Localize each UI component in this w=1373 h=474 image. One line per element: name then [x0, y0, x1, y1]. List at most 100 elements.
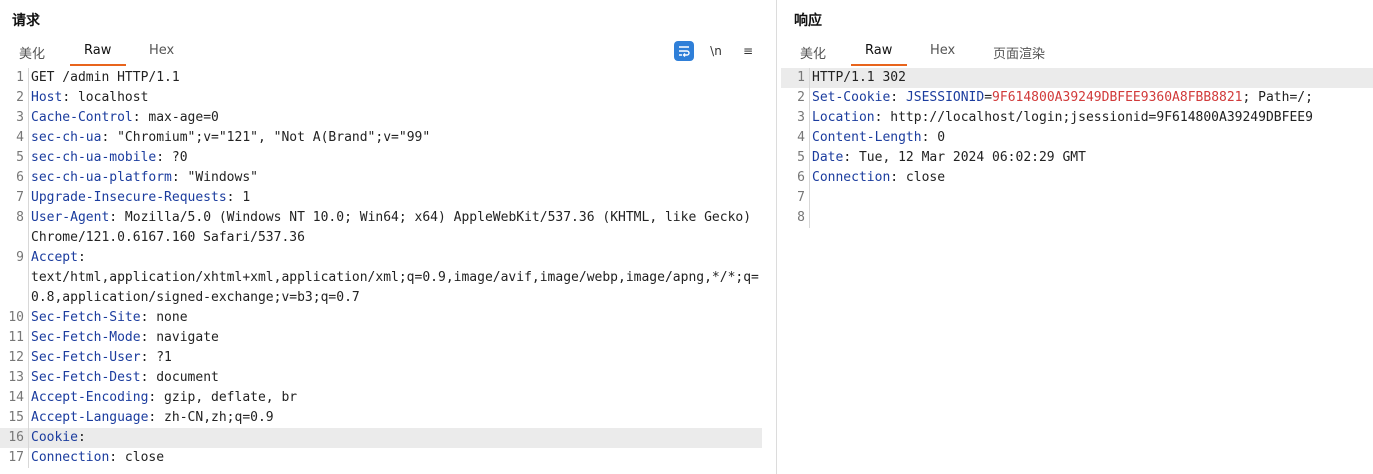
wrap-text-icon[interactable] [674, 41, 694, 61]
line-content: Upgrade-Insecure-Requests: 1 [28, 188, 762, 208]
line-content [809, 188, 1373, 208]
active-tab-indicator [70, 64, 126, 66]
line-number: 5 [16, 150, 24, 165]
code-line: 3 Location: http://localhost/login;jsessi… [781, 108, 1373, 128]
header-value: close [898, 170, 946, 185]
tab-hex[interactable]: Hex [149, 43, 174, 58]
code-line: 7 Upgrade-Insecure-Requests: 1 [0, 188, 762, 208]
request-toolbar: \n ≡ [662, 41, 758, 61]
tab-raw[interactable]: Raw [84, 43, 111, 58]
line-content: Accept-Encoding: gzip, deflate, br [28, 388, 762, 408]
cookie-value: 9F614800A39249DBFEE9360A8FBB8821 [992, 90, 1243, 105]
header-value: none [148, 310, 188, 325]
line-number: 9 [16, 250, 24, 265]
code-line: 2 Set-Cookie: JSESSIONID=9F614800A39249DB… [781, 88, 1373, 108]
line-content: Location: http://localhost/login;jsessio… [809, 108, 1373, 128]
header-value: gzip, deflate, br [156, 390, 298, 405]
request-editor[interactable]: 1 GET /admin HTTP/1.1 2 Host: localhost 3 Cac… [0, 68, 762, 474]
line-content: User-Agent: Mozilla/5.0 (Windows NT 10.0… [28, 208, 762, 248]
code-line: 5 Date: Tue, 12 Mar 2024 06:02:29 GMT [781, 148, 1373, 168]
tab-pretty[interactable]: 美化 [800, 43, 826, 62]
header-value: = [984, 90, 993, 105]
line-number: 5 [797, 150, 805, 165]
header-value: ?0 [164, 150, 188, 165]
line-content: Cookie: [28, 428, 762, 448]
line-content: sec-ch-ua-mobile: ?0 [28, 148, 762, 168]
line-content: Sec-Fetch-User: ?1 [28, 348, 762, 368]
line-number: 3 [797, 110, 805, 125]
code-line: 3 Cache-Control: max-age=0 [0, 108, 762, 128]
code-line: 12 Sec-Fetch-User: ?1 [0, 348, 762, 368]
header-name: Location [812, 110, 875, 125]
line-number: 4 [797, 130, 805, 145]
menu-icon[interactable]: ≡ [738, 41, 758, 61]
header-name: Sec-Fetch-Mode [31, 330, 141, 345]
tab-pretty[interactable]: 美化 [19, 43, 45, 62]
line-content: Connection: close [809, 168, 1373, 188]
line-number: 12 [8, 350, 24, 365]
header-value: ; Path=/; [1242, 90, 1313, 105]
active-tab-indicator [851, 64, 907, 66]
header-value: navigate [148, 330, 219, 345]
code-line: 15 Accept-Language: zh-CN,zh;q=0.9 [0, 408, 762, 428]
newline-toggle-button[interactable]: \n [706, 41, 726, 61]
header-name: Content-Length [812, 130, 922, 145]
line-number: 6 [16, 170, 24, 185]
code-line: 9 Accept: text/html,application/xhtml+xml… [0, 248, 762, 308]
line-content: Set-Cookie: JSESSIONID=9F614800A39249DBF… [809, 88, 1373, 108]
header-value [898, 90, 906, 105]
header-name: Connection [31, 450, 110, 465]
line-content: sec-ch-ua-platform: "Windows" [28, 168, 762, 188]
header-value: Mozilla/5.0 (Windows NT 10.0; Win64; x64… [31, 210, 759, 245]
header-name: Cookie [31, 430, 78, 445]
code-line: 6 Connection: close [781, 168, 1373, 188]
header-value: "Chromium";v="121", "Not A(Brand";v="99" [109, 130, 431, 145]
code-line: 7 [781, 188, 1373, 208]
request-pane: 请求 美化 Raw Hex \n ≡ 1 GET /admin HTTP/1.1 2… [0, 0, 776, 474]
line-number: 8 [797, 210, 805, 225]
request-title: 请求 [12, 13, 40, 29]
line-number: 8 [16, 210, 24, 225]
line-number: 16 [8, 430, 24, 445]
response-editor[interactable]: 1 HTTP/1.1 302 2 Set-Cookie: JSESSIONID=9F6… [781, 68, 1373, 474]
line-content: Connection: close [28, 448, 762, 468]
line-content: Accept-Language: zh-CN,zh;q=0.9 [28, 408, 762, 428]
code-line: 1 GET /admin HTTP/1.1 [0, 68, 762, 88]
header-name: Sec-Fetch-Site [31, 310, 141, 325]
code-line: 17 Connection: close [0, 448, 762, 468]
line-content: GET /admin HTTP/1.1 [28, 68, 762, 88]
code-line: 11 Sec-Fetch-Mode: navigate [0, 328, 762, 348]
line-content: Sec-Fetch-Site: none [28, 308, 762, 328]
code-line: 6 sec-ch-ua-platform: "Windows" [0, 168, 762, 188]
header-name: Accept-Encoding [31, 390, 149, 405]
tab-raw[interactable]: Raw [865, 43, 892, 58]
line-number: 2 [797, 90, 805, 105]
line-number: 14 [8, 390, 24, 405]
line-content: Sec-Fetch-Mode: navigate [28, 328, 762, 348]
header-name: sec-ch-ua-platform [31, 170, 172, 185]
code-line: 10 Sec-Fetch-Site: none [0, 308, 762, 328]
header-name: Cache-Control [31, 110, 133, 125]
response-pane: 响应 美化 Raw Hex 页面渲染 1 HTTP/1.1 302 2 Set-Coo… [781, 0, 1373, 474]
code-line: 2 Host: localhost [0, 88, 762, 108]
line-number: 13 [8, 370, 24, 385]
header-value: zh-CN,zh;q=0.9 [156, 410, 274, 425]
header-value: 1 [234, 190, 251, 205]
line-number: 11 [8, 330, 24, 345]
header-value: close [117, 450, 165, 465]
header-value: 0 [929, 130, 946, 145]
line-number: 3 [16, 110, 24, 125]
line-content: Date: Tue, 12 Mar 2024 06:02:29 GMT [809, 148, 1373, 168]
header-value: text/html,application/xhtml+xml,applicat… [31, 270, 759, 305]
code-line: 8 User-Agent: Mozilla/5.0 (Windows NT 10.… [0, 208, 762, 248]
header-value: "Windows" [179, 170, 258, 185]
header-name: Sec-Fetch-User [31, 350, 141, 365]
code-line: 8 [781, 208, 1373, 228]
line-number: 4 [16, 130, 24, 145]
header-name: sec-ch-ua [31, 130, 102, 145]
tab-render[interactable]: 页面渲染 [993, 43, 1045, 62]
code-line: 16 Cookie: [0, 428, 762, 448]
header-name: Accept [31, 250, 78, 265]
header-value: ?1 [148, 350, 172, 365]
tab-hex[interactable]: Hex [930, 43, 955, 58]
